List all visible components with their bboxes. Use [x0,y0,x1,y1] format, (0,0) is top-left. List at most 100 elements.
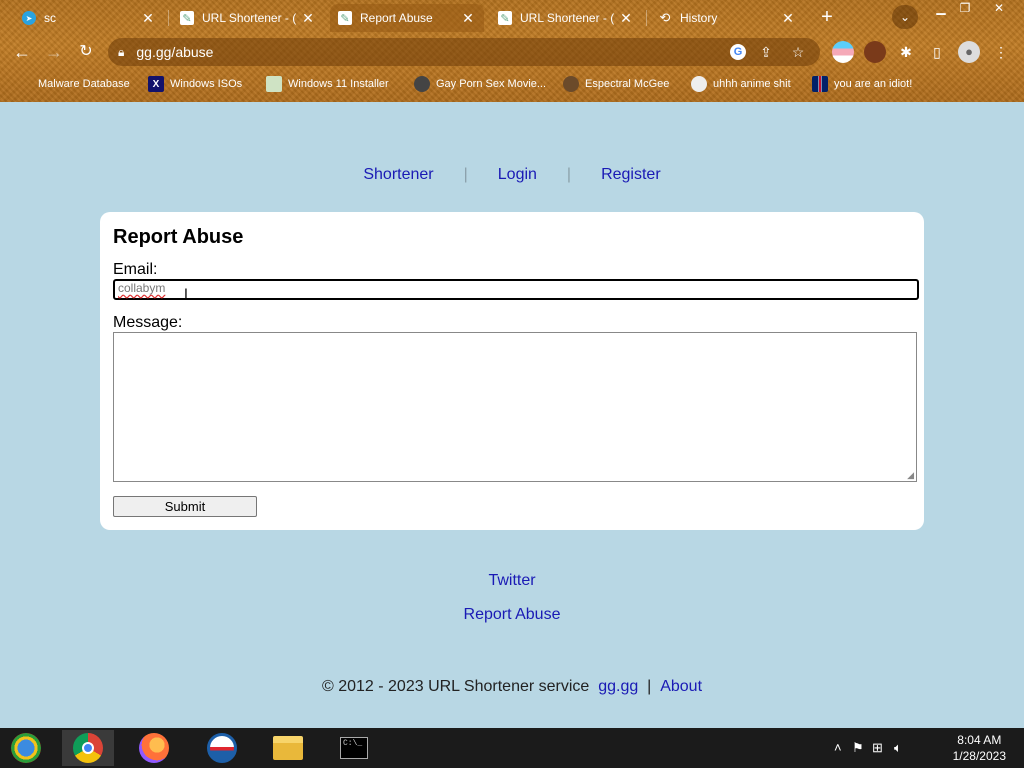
extension-flag-icon[interactable] [832,41,854,63]
report-abuse-form: Report Abuse Email: collabym I Message: … [100,212,924,530]
close-icon[interactable]: ✕ [300,10,316,27]
extension-avatar-icon[interactable] [864,41,886,63]
nav-shortener-link[interactable]: Shortener [363,166,433,183]
resize-handle-icon[interactable]: ◢ [907,471,914,480]
clock[interactable]: 8:04 AM 1/28/2023 [953,732,1006,764]
about-link[interactable]: About [660,678,702,695]
new-tab-button[interactable]: + [814,5,840,29]
tab-url-shortener-1[interactable]: ✎ URL Shortener - ( ✕ [172,4,324,32]
taskbar-chrome[interactable] [62,730,114,766]
tab-title: Report Abuse [360,11,433,25]
network-icon[interactable]: ⊞ [872,740,883,756]
twitter-link[interactable]: Twitter [488,572,535,589]
star-icon[interactable]: ☆ [786,44,810,61]
gg-gg-link[interactable]: gg.gg [598,678,638,695]
web-page: Shortener | Login | Register Report Abuse Em… [0,102,1024,728]
tab-search-button[interactable]: ⌄ [892,5,918,29]
bookmark-espectral-mcgee[interactable]: Espectral McGee [563,74,669,94]
message-label: Message: [113,314,183,331]
reload-button[interactable]: ↻ [74,40,98,64]
bookmark-windows-11-installer[interactable]: Windows 11 Installer [266,74,389,94]
clock-date: 1/28/2023 [952,749,1006,763]
taskbar-command-prompt[interactable]: C:\_ [328,730,380,766]
restore-button[interactable]: ❐ [952,0,978,18]
message-textarea[interactable]: ◢ [113,332,917,482]
bookmark-gay-porn-sex-movie[interactable]: Gay Porn Sex Movie... [414,74,546,94]
copyright-line: © 2012 - 2023 URL Shortener service gg.g… [0,678,1024,696]
tab-separator [168,10,169,26]
pen-icon: ✎ [180,11,194,25]
system-tray: ˄ ⚑ ⊞ 🔈︎ 8:04 AM 1/28/2023 [834,728,1024,768]
pen-icon: ✎ [498,11,512,25]
tab-url-shortener-2[interactable]: ✎ URL Shortener - ( ✕ [490,4,642,32]
image-icon [266,76,282,92]
taskbar-opera[interactable] [196,730,248,766]
volume-icon[interactable]: 🔈︎ [894,740,902,756]
tab-history[interactable]: ⟲ History ✕ [650,4,804,32]
submit-button[interactable]: Submit [113,496,257,517]
lock-icon: 🔒︎ [118,44,125,59]
start-button[interactable] [0,730,52,766]
bookmark-label: Windows ISOs [170,78,243,90]
share-icon[interactable]: ⇪ [754,44,778,61]
folder-icon [273,736,303,760]
side-panel-icon[interactable]: ▯ [926,41,948,63]
menu-kebab-icon[interactable]: ⋮ [990,41,1012,63]
report-abuse-link[interactable]: Report Abuse [464,606,561,623]
extensions-puzzle-icon[interactable]: ✱ [895,41,917,63]
windows-taskbar: C:\_ ˄ ⚑ ⊞ 🔈︎ 8:04 AM 1/28/2023 [0,728,1024,768]
site-favicon-icon [414,76,430,92]
chevron-up-icon[interactable]: ˄ [834,740,842,755]
firefox-icon [139,733,169,763]
close-icon[interactable]: ✕ [780,10,796,27]
telegram-icon: ➤ [22,11,36,25]
address-url[interactable]: gg.gg/abuse [136,44,722,60]
forward-button[interactable]: → [42,40,66,64]
tab-strip: ➤ sc ✕ ✎ URL Shortener - ( ✕ ✎ Report Ab… [0,0,1024,34]
tab-separator [646,10,647,26]
campaign-logo-icon [207,733,237,763]
close-icon[interactable]: ✕ [140,10,156,27]
form-title: Report Abuse [113,226,244,248]
anime-face-icon [691,76,707,92]
bookmark-you-are-an-idiot[interactable]: you are an idiot! [812,74,912,94]
nav-register-link[interactable]: Register [601,166,661,183]
windows-logo-icon [11,733,41,763]
email-label: Email: [113,261,158,278]
browser-toolbar: ← → ↻ 🔒︎ gg.gg/abuse G ⇪ ☆ ✱ ▯ ● ⋮ [0,35,1024,69]
top-nav: Shortener | Login | Register [0,166,1024,184]
tab-title: URL Shortener - ( [202,11,297,25]
nav-login-link[interactable]: Login [498,166,537,183]
bookmark-label: Gay Porn Sex Movie... [436,78,547,90]
pen-icon: ✎ [338,11,352,25]
profile-avatar-icon[interactable]: ● [958,41,980,63]
flag-icon[interactable]: ⚑ [852,740,864,756]
bookmark-label: Malware Database [38,78,130,90]
chrome-icon [73,733,103,763]
bookmark-label: uhhh anime shit [713,78,791,90]
bookmark-label: Espectral McGee [585,78,670,90]
footer-separator: | [647,678,652,695]
bookmark-icon [16,76,32,92]
email-field[interactable]: collabym [113,279,919,300]
bookmark-windows-isos[interactable]: X Windows ISOs [148,74,242,94]
window-close-button[interactable]: ✕ [986,0,1012,18]
tab-report-abuse[interactable]: ✎ Report Abuse ✕ [330,4,484,32]
bookmark-malware-database[interactable]: Malware Database [16,74,130,94]
x-logo-icon: X [148,76,164,92]
close-icon[interactable]: ✕ [618,10,634,27]
bookmark-uhhh-anime-shit[interactable]: uhhh anime shit [691,74,791,94]
tab-title: sc [44,11,56,25]
taskbar-firefox[interactable] [128,730,180,766]
tab-sc[interactable]: ➤ sc ✕ [14,4,164,32]
text-cursor-icon: I [184,285,188,301]
terminal-icon: C:\_ [340,737,368,759]
taskbar-file-explorer[interactable] [262,730,314,766]
minimize-button[interactable]: ▁ [928,0,954,18]
google-icon[interactable]: G [730,44,746,60]
uk-flag-icon [812,76,828,92]
close-icon[interactable]: ✕ [460,10,476,27]
address-bar[interactable]: 🔒︎ gg.gg/abuse G ⇪ ☆ [108,38,820,66]
footer-report-abuse: Report Abuse [0,606,1024,624]
back-button[interactable]: ← [10,40,34,64]
